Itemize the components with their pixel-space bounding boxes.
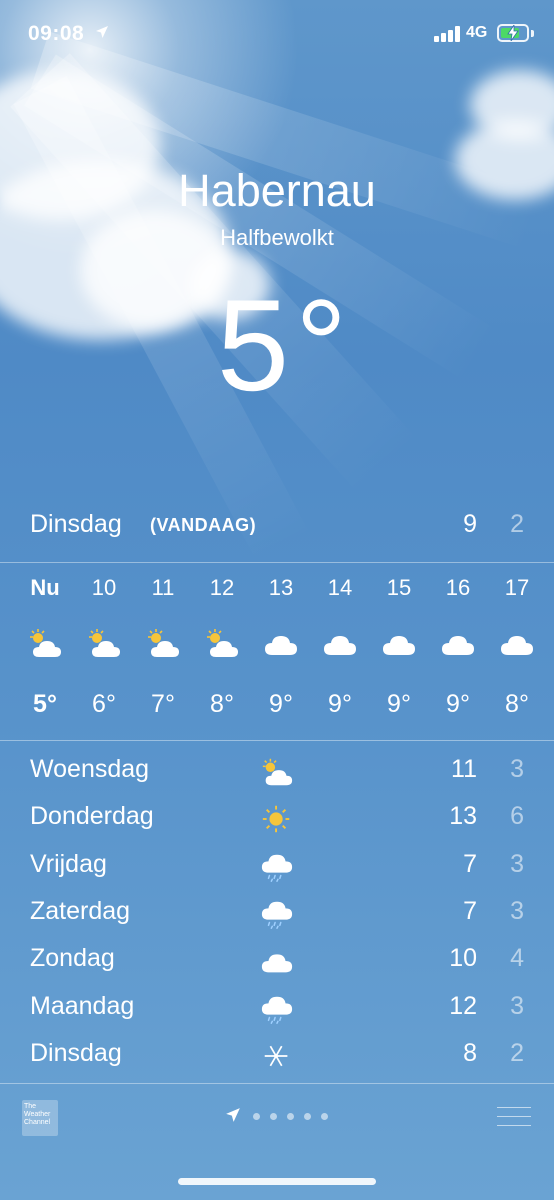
day-low: 3 [510,849,524,878]
partly-sunny-icon [204,625,240,657]
day-low: 3 [510,991,524,1020]
partly-sunny-icon [145,625,181,657]
day-name: Vrijdag [30,849,107,878]
page-dot[interactable] [253,1113,260,1120]
status-bar: 09:08 4G [0,0,554,66]
today-low: 2 [510,510,524,538]
hour-temperature: 6° [92,690,116,718]
today-tag: (VANDAAG) [150,515,257,535]
day-high: 11 [451,755,477,783]
day-low: 3 [510,755,524,783]
partly-sunny-icon [260,755,294,787]
day-name: Maandag [30,991,135,1020]
hour-temperature: 7° [151,690,175,718]
partly-sunny-icon [27,625,63,657]
snowflake-icon [260,1039,294,1071]
day-name: Zondag [30,944,115,973]
status-time: 09:08 [28,22,85,45]
day-high: 8 [463,1038,477,1067]
rain-cloud-icon [260,850,294,882]
divider [0,740,554,741]
hour-label: 11 [151,575,175,600]
hour-label: Nu [30,575,60,600]
location-arrow-icon [226,1108,240,1122]
hour-temperature: 8° [210,690,234,718]
hour-label: 13 [268,575,294,600]
footer-bar: The Weather Channel [0,1085,554,1155]
divider [0,1083,554,1084]
day-low: 4 [510,944,524,973]
hour-temperature: 8° [505,690,529,718]
rain-cloud-icon [260,992,294,1024]
day-high: 7 [463,849,477,878]
network-type: 4G [466,24,488,41]
day-high: 10 [449,944,477,973]
hour-temperature: 9° [269,690,293,718]
day-high: 7 [463,896,477,925]
city-list-icon[interactable] [497,1105,531,1129]
hour-label: 15 [386,575,412,600]
hour-label: 14 [327,575,353,600]
page-dot[interactable] [287,1113,294,1120]
day-low: 3 [510,896,524,925]
home-indicator[interactable] [178,1178,376,1185]
page-dot[interactable] [270,1113,277,1120]
today-high: 9 [463,510,477,538]
city-name: Habernau [178,165,376,216]
daily-row: Donderdag 13 6 [30,802,524,838]
signal-icon [434,26,462,42]
current-condition: Halfbewolkt [220,225,334,250]
current-temperature-value: 5 [216,272,289,418]
cloud-icon [260,944,294,976]
cloud-icon [322,625,358,655]
hour-temperature: 9° [328,690,352,718]
battery-tip [531,30,534,37]
daily-row: Dinsdag 8 2 [30,1039,524,1075]
rain-cloud-icon [260,897,294,929]
page-dot[interactable] [321,1113,328,1120]
cloud-icon [381,625,417,655]
daily-row: Woensdag 11 3 [30,755,524,791]
cloud-icon [499,625,535,655]
day-name: Dinsdag [30,1038,122,1067]
hour-temperature: 9° [387,690,411,718]
weather-channel-logo[interactable]: The Weather Channel [22,1100,58,1136]
degree-symbol: ° [295,272,347,418]
hour-label: 10 [91,575,117,600]
day-name: Woensdag [30,755,150,783]
hourly-forecast[interactable]: Nu 5° 10 6° 11 7° 12 8° 13 9° 14 9° 15 9° 16 9° 17 8° [15,575,549,725]
charging-bolt-icon [507,25,519,41]
day-low: 6 [510,802,524,831]
partly-sunny-icon [86,625,122,657]
daily-row: Zondag 10 4 [30,944,524,980]
sun-icon [260,802,294,834]
page-dot[interactable] [304,1113,311,1120]
current-temperature: 5° [0,270,554,420]
day-high: 13 [449,802,477,831]
day-name: Donderdag [30,802,154,831]
divider [0,562,554,563]
day-high: 12 [449,991,477,1020]
hour-temperature: 5° [33,690,57,718]
hour-label: 17 [504,575,530,600]
location-arrow-icon [96,26,108,38]
cloud-icon [263,625,299,655]
daily-row: Zaterdag 7 3 [30,897,524,933]
hour-temperature: 9° [446,690,470,718]
daily-row: Maandag 12 3 [30,992,524,1028]
daily-row: Vrijdag 7 3 [30,850,524,886]
today-day-name: Dinsdag [30,510,122,538]
hour-label: 16 [445,575,471,600]
day-name: Zaterdag [30,896,131,925]
day-low: 2 [510,1038,524,1067]
today-summary-row: Dinsdag (VANDAAG) 9 2 [30,510,524,546]
hour-label: 12 [209,575,235,600]
cloud-icon [440,625,476,655]
